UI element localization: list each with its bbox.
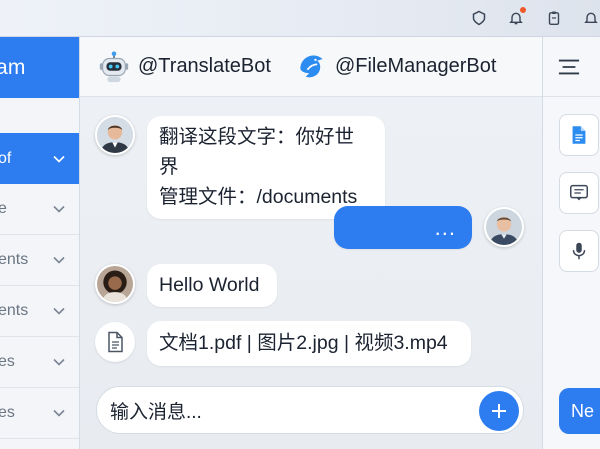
chevron-down-icon (53, 155, 65, 163)
chat-box-icon (570, 184, 588, 201)
bot-name: @TranslateBot (138, 55, 271, 77)
message-line: 翻译这段文字：你好世界 (159, 126, 355, 179)
message-bubble-incoming: 翻译这段文字：你好世界 管理文件：/documents (147, 116, 385, 219)
chat-header: @TranslateBot @FileManagerBot (80, 37, 542, 97)
sidebar-header: am (0, 37, 79, 98)
message-input[interactable]: 输入消息... (96, 386, 524, 434)
bot-tag-translate[interactable]: @TranslateBot (96, 49, 271, 85)
clipboard-icon[interactable] (545, 9, 563, 27)
microphone-icon (572, 242, 586, 260)
sidebar-title: am (0, 55, 26, 79)
file-manager-bird-icon (293, 49, 329, 85)
voice-tool-button[interactable] (559, 230, 599, 272)
sidebar-item-0[interactable]: of (0, 133, 79, 184)
chevron-down-icon (53, 256, 65, 264)
menu-filter-icon[interactable] (556, 56, 582, 78)
message-tool-button[interactable] (559, 172, 599, 214)
notification-dot (520, 7, 526, 13)
sidebar-item-1[interactable]: e (0, 184, 79, 235)
new-button[interactable]: Ne (559, 388, 600, 434)
system-top-bar (0, 0, 600, 37)
tools-panel: Ne (542, 37, 600, 449)
sidebar-item-label: ents (0, 302, 29, 319)
file-list-text[interactable]: 文档1.pdf | 图片2.jpg | 视频3.mp4 (159, 328, 448, 358)
shield-icon[interactable] (470, 9, 488, 27)
bot-name: @FileManagerBot (334, 55, 497, 77)
plus-icon (492, 404, 506, 418)
chevron-down-icon (53, 358, 65, 366)
sidebar-item-4[interactable]: es (0, 337, 79, 388)
avatar-user-male (95, 115, 135, 155)
message-bubble-outgoing: ... (334, 206, 472, 249)
avatar-user-self (484, 207, 524, 247)
document-icon (95, 322, 135, 362)
avatar-user-female (95, 264, 135, 304)
sidebar-item-3[interactable]: ents (0, 286, 79, 337)
notification-bell-icon[interactable] (507, 7, 526, 27)
typing-indicator: ... (434, 214, 456, 240)
tools-panel-header (543, 37, 600, 97)
chevron-down-icon (53, 307, 65, 315)
message-bubble-files: 文档1.pdf | 图片2.jpg | 视频3.mp4 (147, 321, 471, 366)
sidebar-item-label: e (0, 200, 7, 218)
add-attachment-button[interactable] (479, 391, 519, 431)
message-bubble-incoming: Hello World (147, 264, 277, 307)
sidebar-item-label: es (0, 404, 15, 421)
robot-icon (96, 49, 132, 85)
new-button-label: Ne (571, 400, 595, 421)
message-input-placeholder: 输入消息... (110, 401, 202, 423)
chevron-down-icon (53, 205, 65, 213)
chevron-down-icon (53, 409, 65, 417)
sidebar-item-label: es (0, 353, 15, 370)
document-tool-button[interactable] (559, 114, 599, 156)
bot-tag-file-manager[interactable]: @FileManagerBot (293, 49, 496, 85)
sidebar-item-2[interactable]: ents (0, 235, 79, 286)
chat-panel: @TranslateBot @FileManagerBot 翻译这段文字：你好世… (80, 37, 542, 449)
sidebar-item-5[interactable]: es (0, 388, 79, 439)
conversation-sidebar: am of e ents ents es es (0, 37, 80, 449)
message-text: Hello World (159, 274, 260, 297)
sidebar-item-label: of (0, 149, 12, 167)
bell-outline-icon[interactable] (582, 9, 600, 27)
blue-document-icon (572, 126, 586, 144)
sidebar-item-label: ents (0, 251, 29, 268)
